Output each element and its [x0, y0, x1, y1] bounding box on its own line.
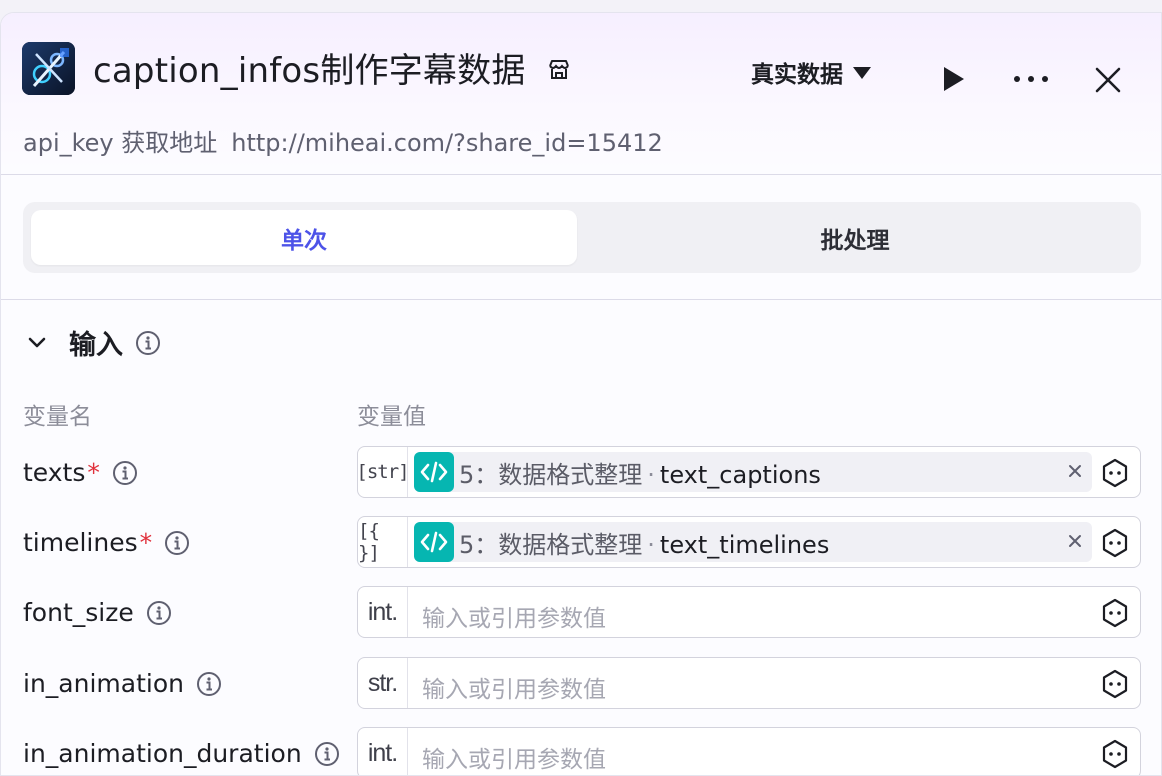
- tabs-area: 单次 批处理: [1, 175, 1161, 300]
- param-name: in_animation: [23, 669, 184, 698]
- param-value-field[interactable]: str. 输入或引用参数值: [357, 657, 1141, 709]
- more-button[interactable]: [1011, 65, 1051, 93]
- type-tag: str.: [358, 658, 408, 708]
- chevron-down-icon[interactable]: [23, 329, 51, 357]
- info-icon[interactable]: [135, 330, 161, 356]
- mode-tabs: 单次 批处理: [23, 202, 1141, 273]
- ref-variable: text_timelines: [659, 530, 830, 559]
- ref-separator: ·: [647, 530, 655, 559]
- param-name: timelines: [23, 528, 138, 557]
- ref-separator: ·: [647, 460, 655, 489]
- store-icon[interactable]: [546, 57, 572, 83]
- api-key-hint: api_key 获取地址 http://miheai.com/?share_id=…: [23, 123, 663, 158]
- info-icon[interactable]: [146, 600, 172, 626]
- param-name: in_animation_duration: [23, 739, 302, 768]
- input-placeholder[interactable]: 输入或引用参数值: [422, 670, 606, 704]
- type-tag: [{ }]: [358, 517, 408, 567]
- type-tag: int.: [358, 587, 408, 637]
- node-panel: caption_infos制作字幕数据 真实数据 api_key 获取地址 ht…: [0, 12, 1162, 776]
- input-section-header: 输入: [23, 323, 161, 362]
- variable-reference-icon[interactable]: [1100, 458, 1130, 488]
- info-icon[interactable]: [314, 741, 340, 767]
- param-name: texts: [23, 458, 86, 487]
- remove-reference-icon[interactable]: [1066, 532, 1084, 550]
- ref-variable: text_captions: [659, 460, 821, 489]
- param-value-field[interactable]: int. 输入或引用参数值: [357, 727, 1141, 775]
- section-title: 输入: [69, 330, 123, 361]
- close-icon: [1095, 67, 1121, 93]
- code-node-icon: [414, 522, 454, 562]
- type-tag: int.: [358, 728, 408, 775]
- data-mode-select[interactable]: 真实数据: [751, 55, 871, 89]
- column-header-value: 变量值: [357, 404, 426, 430]
- tab-single[interactable]: 单次: [31, 210, 577, 265]
- reference-chip[interactable]: 5：数据格式整理 · text_captions: [414, 452, 1092, 492]
- ref-node: 5：数据格式整理: [459, 530, 643, 559]
- variable-reference-icon[interactable]: [1100, 598, 1130, 628]
- video-editor-icon: [22, 42, 75, 95]
- input-placeholder[interactable]: 输入或引用参数值: [422, 599, 606, 633]
- param-label: texts *: [23, 458, 138, 487]
- run-button[interactable]: [939, 65, 967, 93]
- param-name: font_size: [23, 598, 134, 627]
- close-button[interactable]: [1093, 65, 1123, 95]
- info-icon[interactable]: [164, 530, 190, 556]
- column-header-name: 变量名: [23, 404, 92, 430]
- caret-down-icon: [853, 67, 871, 79]
- info-icon[interactable]: [112, 460, 138, 486]
- ref-node: 5：数据格式整理: [459, 460, 643, 489]
- param-value-field[interactable]: [str] 5：数据格式整理 · text_captions: [356, 446, 1141, 498]
- tab-batch[interactable]: 批处理: [577, 210, 1133, 265]
- param-label: font_size: [23, 598, 172, 627]
- more-dots-icon: [1014, 76, 1048, 82]
- required-mark: *: [139, 528, 153, 557]
- variable-reference-icon[interactable]: [1100, 739, 1130, 769]
- param-label: in_animation: [23, 669, 222, 698]
- data-mode-label: 真实数据: [751, 62, 843, 88]
- type-tag: [str]: [356, 447, 410, 497]
- param-label: in_animation_duration: [23, 739, 340, 768]
- api-key-label: api_key 获取地址: [23, 129, 218, 157]
- api-key-url[interactable]: http://miheai.com/?share_id=15412: [231, 129, 663, 157]
- param-label: timelines *: [23, 528, 190, 557]
- node-title: caption_infos制作字幕数据: [93, 51, 526, 91]
- input-placeholder[interactable]: 输入或引用参数值: [422, 740, 606, 774]
- panel-header: caption_infos制作字幕数据 真实数据 api_key 获取地址 ht…: [1, 13, 1161, 175]
- reference-chip[interactable]: 5：数据格式整理 · text_timelines: [414, 522, 1092, 562]
- remove-reference-icon[interactable]: [1066, 462, 1084, 480]
- info-icon[interactable]: [196, 671, 222, 697]
- code-node-icon: [414, 452, 454, 492]
- required-mark: *: [87, 458, 100, 487]
- play-icon: [944, 67, 964, 91]
- variable-reference-icon[interactable]: [1100, 528, 1130, 558]
- param-value-field[interactable]: int. 输入或引用参数值: [357, 586, 1141, 638]
- param-value-field[interactable]: [{ }] 5：数据格式整理 · text_timelines: [357, 516, 1141, 568]
- variable-reference-icon[interactable]: [1100, 669, 1130, 699]
